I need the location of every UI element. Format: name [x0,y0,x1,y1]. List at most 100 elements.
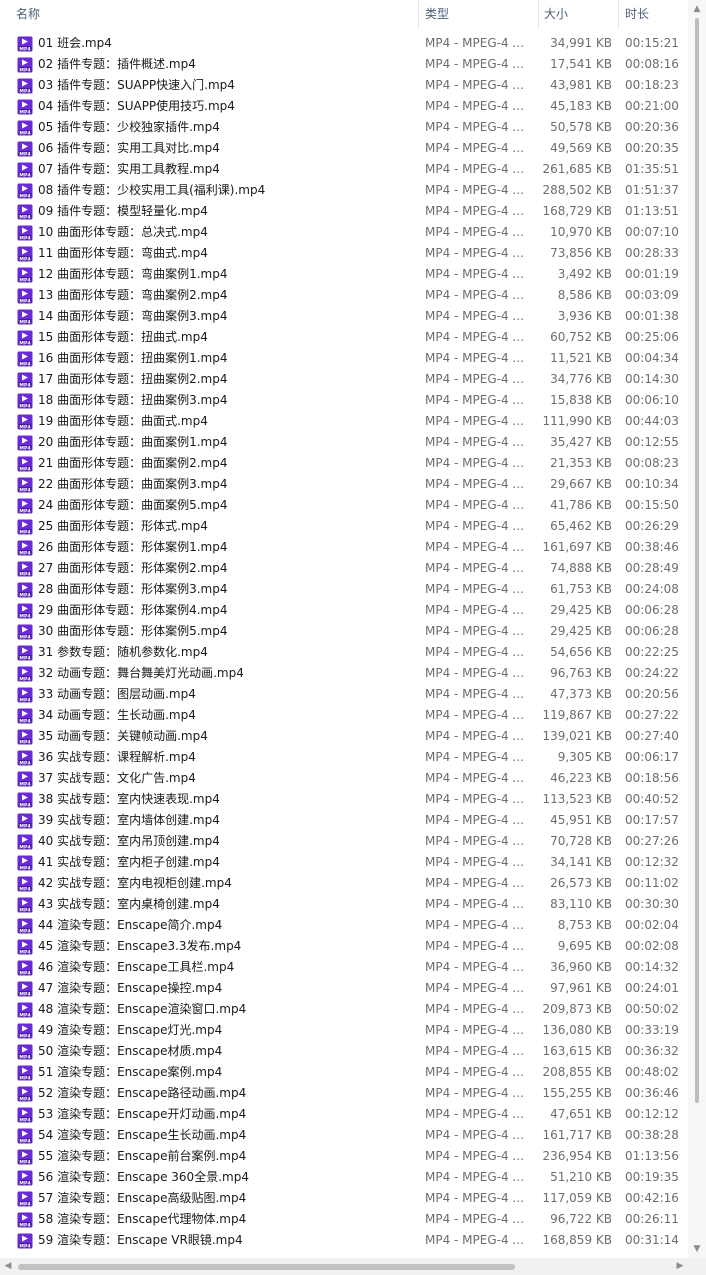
file-row[interactable]: MP4 01 班会.mp4 MP4 - MPEG-4 ... 34,991 KB 00:… [0,33,688,54]
file-row[interactable]: MP4 53 渲染专题：Enscape开灯动画.mp4 MP4 - MPEG-4 .… [0,1104,688,1125]
file-row[interactable]: MP4 24 曲面形体专题：曲面案例5.mp4 MP4 - MPEG-4 ... 41… [0,495,688,516]
file-row[interactable]: MP4 13 曲面形体专题：弯曲案例2.mp4 MP4 - MPEG-4 ... 8,… [0,285,688,306]
file-row[interactable]: MP4 47 渲染专题：Enscape操控.mp4 MP4 - MPEG-4 ...… [0,978,688,999]
file-size: 136,080 KB [542,1023,612,1037]
file-row[interactable]: MP4 51 渲染专题：Enscape案例.mp4 MP4 - MPEG-4 ...… [0,1062,688,1083]
column-divider[interactable] [418,0,419,28]
file-row[interactable]: MP4 36 实战专题：课程解析.mp4 MP4 - MPEG-4 ... 9,305… [0,747,688,768]
file-row[interactable]: MP4 48 渲染专题：Enscape渲染窗口.mp4 MP4 - MPEG-4 .… [0,999,688,1020]
file-row[interactable]: MP4 46 渲染专题：Enscape工具栏.mp4 MP4 - MPEG-4 ..… [0,957,688,978]
file-row[interactable]: MP4 39 实战专题：室内墙体创建.mp4 MP4 - MPEG-4 ... 45,… [0,810,688,831]
file-size: 163,615 KB [542,1044,612,1058]
column-divider[interactable] [618,0,619,28]
file-row[interactable]: MP4 43 实战专题：室内桌椅创建.mp4 MP4 - MPEG-4 ... 83,… [0,894,688,915]
file-row[interactable]: MP4 09 插件专题：模型轻量化.mp4 MP4 - MPEG-4 ... 168,… [0,201,688,222]
file-row[interactable]: MP4 38 实战专题：室内快速表现.mp4 MP4 - MPEG-4 ... 113… [0,789,688,810]
file-row[interactable]: MP4 08 插件专题：少校实用工具(福利课).mp4 MP4 - MPEG-4 .… [0,180,688,201]
file-duration: 00:44:03 [625,414,679,428]
column-header-name[interactable]: 名称 [12,0,416,28]
file-row[interactable]: MP4 12 曲面形体专题：弯曲案例1.mp4 MP4 - MPEG-4 ... 3,… [0,264,688,285]
file-size: 155,255 KB [542,1086,612,1100]
file-row[interactable]: MP4 40 实战专题：室内吊顶创建.mp4 MP4 - MPEG-4 ... 70,… [0,831,688,852]
file-row[interactable]: MP4 25 曲面形体专题：形体式.mp4 MP4 - MPEG-4 ... 65,4… [0,516,688,537]
horizontal-scroll-thumb[interactable] [18,1264,515,1270]
column-divider[interactable] [538,0,539,28]
vertical-scrollbar[interactable]: ▲ ▼ [688,0,706,1258]
file-row[interactable]: MP4 44 渲染专题：Enscape简介.mp4 MP4 - MPEG-4 ...… [0,915,688,936]
file-row[interactable]: MP4 55 渲染专题：Enscape前台案例.mp4 MP4 - MPEG-4 .… [0,1146,688,1167]
mp4-file-icon: MP4 [17,897,33,913]
mp4-file-icon: MP4 [17,309,33,325]
file-size: 26,573 KB [550,876,612,890]
file-size: 11,521 KB [550,351,612,365]
scroll-up-icon[interactable]: ▲ [688,0,706,18]
file-row[interactable]: MP4 11 曲面形体专题：弯曲式.mp4 MP4 - MPEG-4 ... 73,8… [0,243,688,264]
file-row[interactable]: MP4 29 曲面形体专题：形体案例4.mp4 MP4 - MPEG-4 ... 29… [0,600,688,621]
column-header-size[interactable]: 大小 [540,0,616,28]
file-name: 36 实战专题：课程解析.mp4 [38,750,196,764]
file-row[interactable]: MP4 58 渲染专题：Enscape代理物体.mp4 MP4 - MPEG-4 .… [0,1209,688,1230]
file-type: MP4 - MPEG-4 ... [425,750,524,764]
file-row[interactable]: MP4 19 曲面形体专题：曲面式.mp4 MP4 - MPEG-4 ... 111,… [0,411,688,432]
file-row[interactable]: MP4 02 插件专题：插件概述.mp4 MP4 - MPEG-4 ... 17,54… [0,54,688,75]
file-row[interactable]: MP4 54 渲染专题：Enscape生长动画.mp4 MP4 - MPEG-4 .… [0,1125,688,1146]
file-row[interactable]: MP4 15 曲面形体专题：扭曲式.mp4 MP4 - MPEG-4 ... 60,7… [0,327,688,348]
file-type: MP4 - MPEG-4 ... [425,477,524,491]
file-size: 29,425 KB [550,624,612,638]
file-type: MP4 - MPEG-4 ... [425,708,524,722]
file-row[interactable]: MP4 16 曲面形体专题：扭曲案例1.mp4 MP4 - MPEG-4 ... 11… [0,348,688,369]
file-row[interactable]: MP4 59 渲染专题：Enscape VR眼镜.mp4 MP4 - MPEG-4 … [0,1230,688,1251]
file-row[interactable]: MP4 05 插件专题：少校独家插件.mp4 MP4 - MPEG-4 ... 50,… [0,117,688,138]
file-row[interactable]: MP4 10 曲面形体专题：总决式.mp4 MP4 - MPEG-4 ... 10,9… [0,222,688,243]
file-row[interactable]: MP4 20 曲面形体专题：曲面案例1.mp4 MP4 - MPEG-4 ... 35… [0,432,688,453]
file-row[interactable]: MP4 03 插件专题：SUAPP快速入门.mp4 MP4 - MPEG-4 ...… [0,75,688,96]
file-row[interactable]: MP4 45 渲染专题：Enscape3.3发布.mp4 MP4 - MPEG-4 … [0,936,688,957]
file-name: 20 曲面形体专题：曲面案例1.mp4 [38,435,228,449]
file-row[interactable]: MP4 32 动画专题：舞台舞美灯光动画.mp4 MP4 - MPEG-4 ... 9… [0,663,688,684]
file-row[interactable]: MP4 57 渲染专题：Enscape高级贴图.mp4 MP4 - MPEG-4 .… [0,1188,688,1209]
file-size: 111,990 KB [542,414,612,428]
scroll-right-icon[interactable]: ▶ [672,1258,688,1275]
file-row[interactable]: MP4 52 渲染专题：Enscape路径动画.mp4 MP4 - MPEG-4 .… [0,1083,688,1104]
file-row[interactable]: MP4 26 曲面形体专题：形体案例1.mp4 MP4 - MPEG-4 ... 16… [0,537,688,558]
file-row[interactable]: MP4 34 动画专题：生长动画.mp4 MP4 - MPEG-4 ... 119,8… [0,705,688,726]
file-row[interactable]: MP4 06 插件专题：实用工具对比.mp4 MP4 - MPEG-4 ... 49,… [0,138,688,159]
file-name: 27 曲面形体专题：形体案例2.mp4 [38,561,228,575]
horizontal-scrollbar[interactable]: ◀ ▶ [0,1258,688,1275]
svg-text:MP4: MP4 [19,298,30,304]
file-size: 51,210 KB [550,1170,612,1184]
file-name: 37 实战专题：文化广告.mp4 [38,771,196,785]
file-row[interactable]: MP4 41 实战专题：室内柜子创建.mp4 MP4 - MPEG-4 ... 34,… [0,852,688,873]
file-row[interactable]: MP4 27 曲面形体专题：形体案例2.mp4 MP4 - MPEG-4 ... 74… [0,558,688,579]
svg-text:MP4: MP4 [19,550,30,556]
file-row[interactable]: MP4 30 曲面形体专题：形体案例5.mp4 MP4 - MPEG-4 ... 29… [0,621,688,642]
file-row[interactable]: MP4 22 曲面形体专题：曲面案例3.mp4 MP4 - MPEG-4 ... 29… [0,474,688,495]
file-row[interactable]: MP4 33 动画专题：图层动画.mp4 MP4 - MPEG-4 ... 47,37… [0,684,688,705]
file-row[interactable]: MP4 17 曲面形体专题：扭曲案例2.mp4 MP4 - MPEG-4 ... 34… [0,369,688,390]
mp4-file-icon: MP4 [17,1149,33,1165]
svg-text:MP4: MP4 [19,1138,30,1144]
file-row[interactable]: MP4 31 参数专题：随机参数化.mp4 MP4 - MPEG-4 ... 54,6… [0,642,688,663]
scroll-left-icon[interactable]: ◀ [0,1258,16,1275]
vertical-scroll-thumb[interactable] [695,18,699,1103]
file-row[interactable]: MP4 49 渲染专题：Enscape灯光.mp4 MP4 - MPEG-4 ...… [0,1020,688,1041]
file-size: 47,651 KB [550,1107,612,1121]
file-row[interactable]: MP4 37 实战专题：文化广告.mp4 MP4 - MPEG-4 ... 46,22… [0,768,688,789]
file-type: MP4 - MPEG-4 ... [425,78,524,92]
file-row[interactable]: MP4 04 插件专题：SUAPP使用技巧.mp4 MP4 - MPEG-4 ...… [0,96,688,117]
file-row[interactable]: MP4 18 曲面形体专题：扭曲案例3.mp4 MP4 - MPEG-4 ... 15… [0,390,688,411]
file-row[interactable]: MP4 21 曲面形体专题：曲面案例2.mp4 MP4 - MPEG-4 ... 21… [0,453,688,474]
svg-text:MP4: MP4 [19,823,30,829]
file-row[interactable]: MP4 14 曲面形体专题：弯曲案例3.mp4 MP4 - MPEG-4 ... 3,… [0,306,688,327]
column-header-duration[interactable]: 时长 [621,0,687,28]
file-row[interactable]: MP4 50 渲染专题：Enscape材质.mp4 MP4 - MPEG-4 ...… [0,1041,688,1062]
file-row[interactable]: MP4 07 插件专题：实用工具教程.mp4 MP4 - MPEG-4 ... 261… [0,159,688,180]
file-size: 139,021 KB [542,729,612,743]
column-header-type[interactable]: 类型 [421,0,537,28]
file-row[interactable]: MP4 35 动画专题：关键帧动画.mp4 MP4 - MPEG-4 ... 139,… [0,726,688,747]
mp4-file-icon: MP4 [17,1191,33,1207]
file-row[interactable]: MP4 28 曲面形体专题：形体案例3.mp4 MP4 - MPEG-4 ... 61… [0,579,688,600]
scroll-down-icon[interactable]: ▼ [688,1240,706,1258]
file-row[interactable]: MP4 42 实战专题：室内电视柜创建.mp4 MP4 - MPEG-4 ... 26… [0,873,688,894]
file-row[interactable]: MP4 56 渲染专题：Enscape 360全景.mp4 MP4 - MPEG-4… [0,1167,688,1188]
